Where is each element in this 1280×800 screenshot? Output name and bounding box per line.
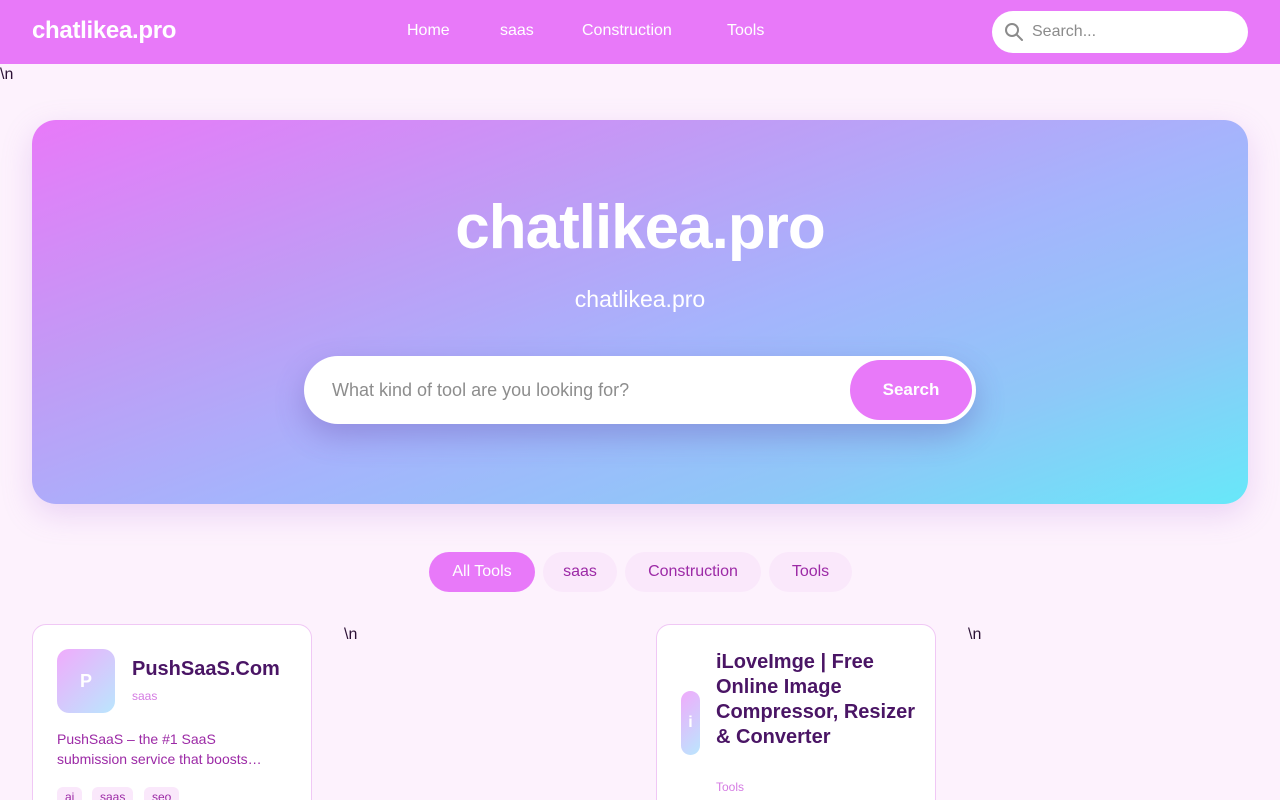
search-icon bbox=[1004, 22, 1024, 42]
tool-card[interactable]: i iLoveImge | Free Online Image Compress… bbox=[656, 624, 936, 800]
tool-category[interactable]: saas bbox=[132, 689, 157, 703]
hero-subtitle: chatlikea.pro bbox=[574, 286, 706, 312]
tool-category[interactable]: Tools bbox=[716, 780, 744, 794]
tool-tag[interactable]: saas bbox=[92, 787, 134, 800]
nav-link-construction[interactable]: Construction bbox=[582, 22, 672, 40]
nav-link-tools[interactable]: Tools bbox=[727, 22, 764, 40]
stray-newline-text: \n bbox=[0, 66, 14, 83]
hero-search-bar: Search bbox=[304, 356, 976, 424]
stray-newline-text: \n bbox=[344, 626, 358, 643]
nav-link-home[interactable]: Home bbox=[407, 22, 450, 40]
tool-avatar: P bbox=[57, 649, 115, 713]
nav-search-box[interactable] bbox=[992, 11, 1248, 53]
tool-title[interactable]: iLoveImge | Free Online Image Compressor… bbox=[716, 650, 916, 750]
tool-tag[interactable]: ai bbox=[57, 787, 83, 800]
tool-title[interactable]: PushSaaS.Com bbox=[132, 658, 280, 681]
top-nav: chatlikea.pro Home saas Construction Too… bbox=[0, 0, 1280, 64]
tool-card[interactable]: P PushSaaS.Com saas PushSaaS – the #1 Sa… bbox=[32, 624, 312, 800]
hero-title: chatlikea.pro bbox=[455, 193, 825, 262]
tool-tag[interactable]: seo bbox=[144, 787, 180, 800]
hero-search-button[interactable]: Search bbox=[850, 360, 972, 420]
hero-search-input[interactable] bbox=[332, 356, 832, 424]
filter-saas[interactable]: saas bbox=[543, 552, 617, 592]
hero-banner: chatlikea.pro chatlikea.pro Search bbox=[32, 120, 1248, 504]
stray-newline-text: \n bbox=[968, 626, 982, 643]
tool-avatar: i bbox=[681, 691, 700, 755]
site-logo[interactable]: chatlikea.pro bbox=[32, 17, 176, 45]
tool-description: PushSaaS – the #1 SaaS submission servic… bbox=[57, 731, 262, 767]
nav-link-saas[interactable]: saas bbox=[500, 22, 534, 40]
nav-search-input[interactable] bbox=[1032, 11, 1232, 53]
filter-tools[interactable]: Tools bbox=[769, 552, 852, 592]
filter-all-tools[interactable]: All Tools bbox=[429, 552, 535, 592]
filter-construction[interactable]: Construction bbox=[625, 552, 761, 592]
